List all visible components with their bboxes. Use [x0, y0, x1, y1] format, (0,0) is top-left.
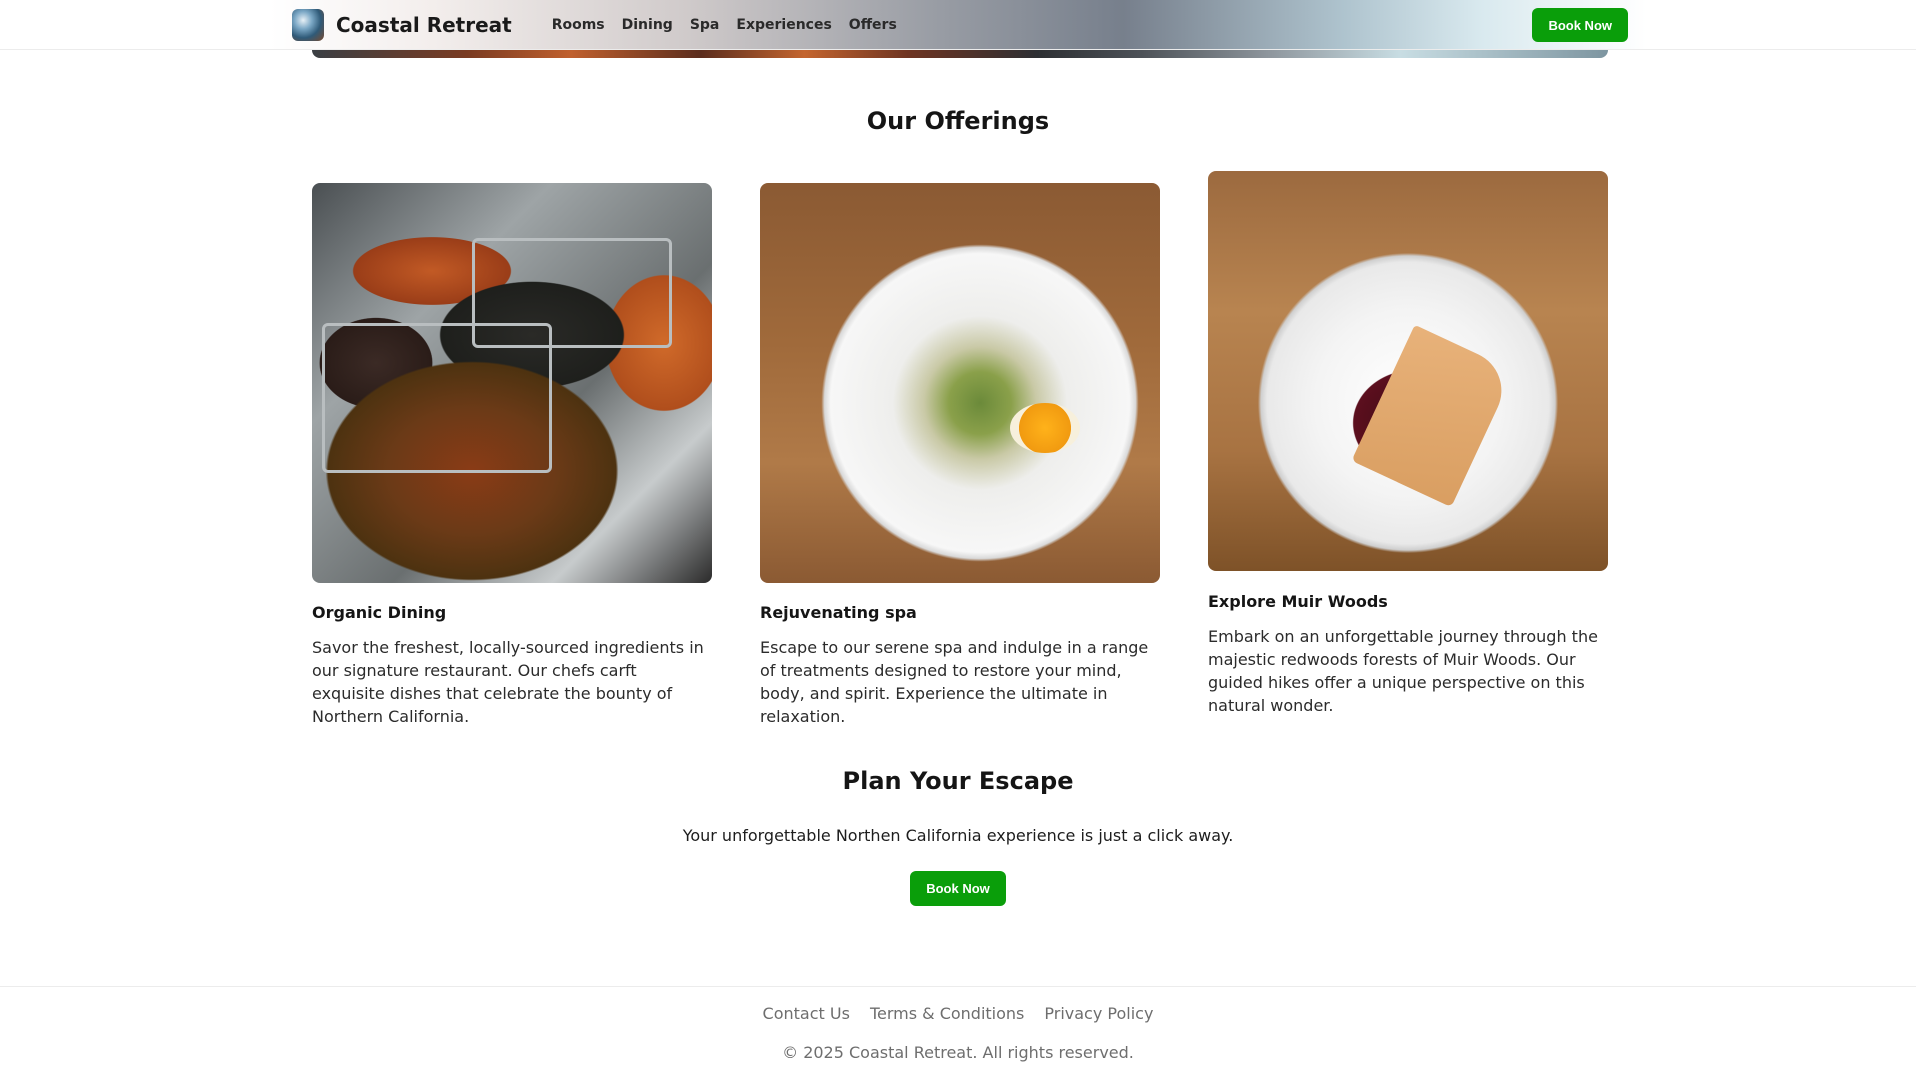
spa-image	[760, 183, 1160, 583]
card-description: Embark on an unforgettable journey throu…	[1208, 627, 1598, 715]
offering-card-muir-woods: Explore Muir Woods Embark on an unforget…	[1208, 171, 1608, 717]
muir-woods-image	[1208, 171, 1608, 571]
hero-image-edge	[312, 50, 1608, 58]
nav-link-dining[interactable]: Dining	[622, 17, 673, 33]
dining-image	[312, 183, 712, 583]
card-title: Organic Dining	[312, 603, 447, 622]
card-title: Rejuvenating spa	[760, 603, 917, 622]
nav-link-rooms[interactable]: Rooms	[552, 17, 605, 33]
card-description: Savor the freshest, locally-sourced ingr…	[312, 638, 704, 726]
tray-shape	[472, 238, 672, 348]
dessert-crisp-shape	[1351, 324, 1515, 508]
nav-link-experiences[interactable]: Experiences	[736, 17, 831, 33]
escape-title: Plan Your Escape	[842, 767, 1074, 795]
copyright-text: © 2025 Coastal Retreat. All rights reser…	[782, 1043, 1134, 1062]
escape-description: Your unforgettable Northen California ex…	[682, 826, 1234, 845]
offerings-title: Our Offerings	[866, 107, 1050, 135]
brand-name[interactable]: Coastal Retreat	[336, 13, 512, 37]
header-book-now-button[interactable]: Book Now	[1532, 8, 1628, 42]
escape-book-now-button[interactable]: Book Now	[910, 871, 1006, 906]
footer-link-contact[interactable]: Contact Us	[763, 1004, 850, 1023]
nav-links: Rooms Dining Spa Experiences Offers	[552, 17, 897, 33]
card-description: Escape to our serene spa and indulge in …	[760, 638, 1149, 726]
nav-link-spa[interactable]: Spa	[690, 17, 720, 33]
offering-card-spa: Rejuvenating spa Escape to our serene sp…	[760, 183, 1160, 728]
footer-link-privacy[interactable]: Privacy Policy	[1044, 1004, 1153, 1023]
site-header: Coastal Retreat Rooms Dining Spa Experie…	[0, 0, 1916, 50]
escape-button-wrap: Book Now	[0, 871, 1916, 906]
navbar: Coastal Retreat Rooms Dining Spa Experie…	[292, 0, 1628, 49]
logo-icon[interactable]	[292, 9, 324, 41]
footer-link-terms[interactable]: Terms & Conditions	[870, 1004, 1024, 1023]
egg-yolk-shape	[1010, 403, 1080, 453]
footer-links: Contact Us Terms & Conditions Privacy Po…	[0, 1004, 1916, 1023]
card-title: Explore Muir Woods	[1208, 592, 1388, 611]
offering-card-dining: Organic Dining Savor the freshest, local…	[312, 183, 712, 728]
footer-divider	[0, 986, 1916, 987]
nav-link-offers[interactable]: Offers	[849, 17, 897, 33]
